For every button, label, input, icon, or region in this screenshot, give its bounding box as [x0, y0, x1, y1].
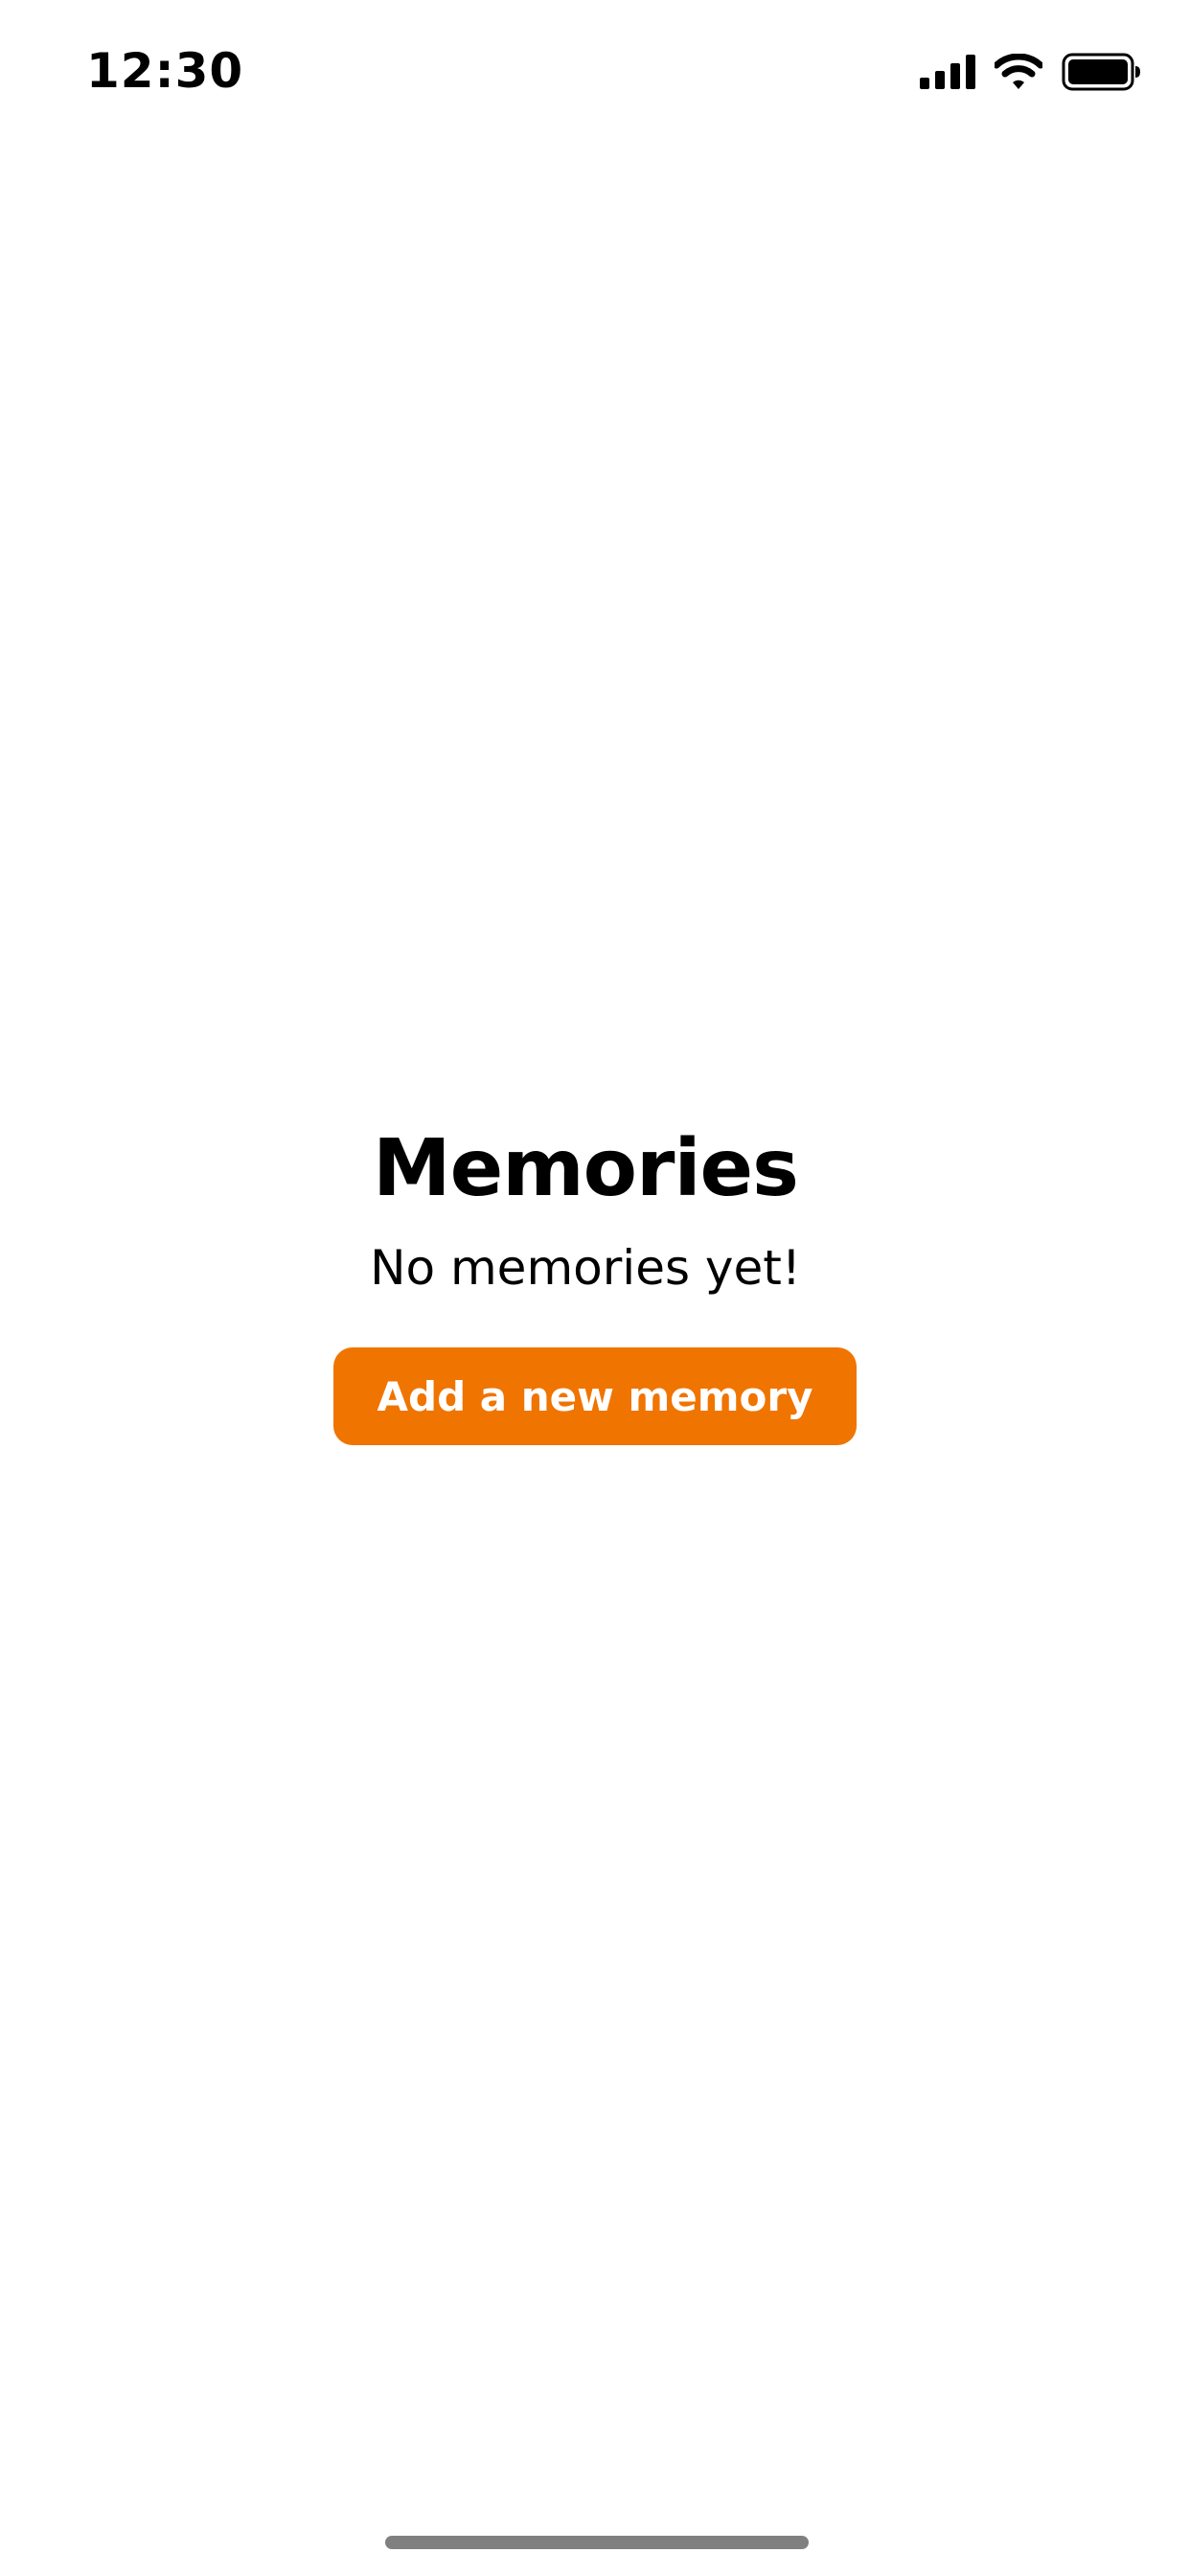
status-bar: 12:30 — [0, 0, 1190, 144]
add-memory-button[interactable]: Add a new memory — [333, 1347, 857, 1445]
wifi-icon — [995, 54, 1042, 90]
battery-icon — [1062, 53, 1142, 91]
empty-state-message: No memories yet! — [370, 1240, 801, 1296]
cellular-signal-icon — [920, 55, 975, 89]
status-time: 12:30 — [86, 43, 244, 99]
home-indicator[interactable] — [385, 2536, 809, 2549]
empty-state: Memories No memories yet! Add a new memo… — [0, 1121, 1190, 1445]
page-title: Memories — [373, 1123, 799, 1214]
status-icons — [920, 48, 1142, 96]
